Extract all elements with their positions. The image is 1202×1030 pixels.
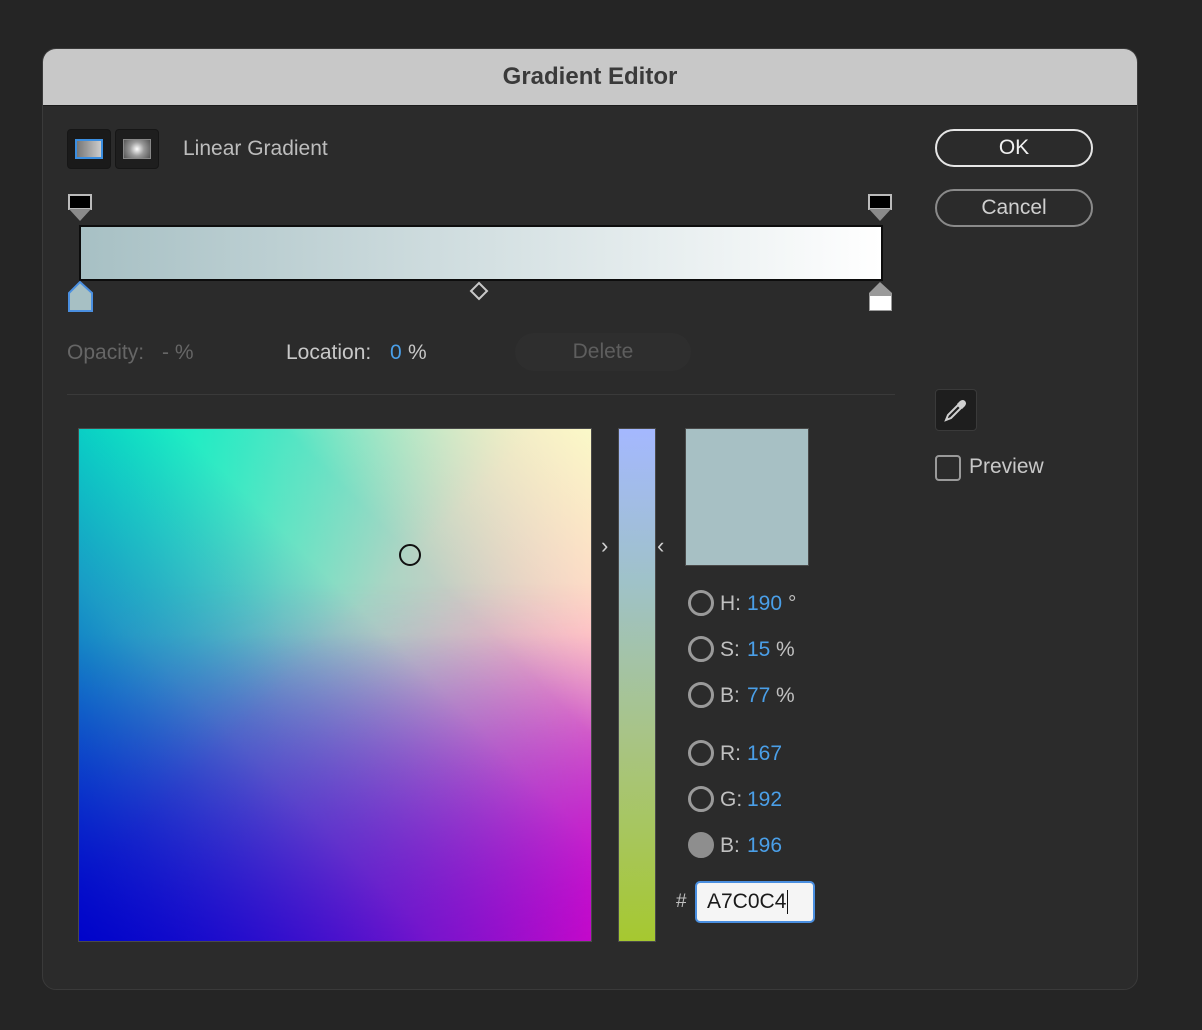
eyedropper-icon [944,400,966,422]
brightness-unit: % [776,684,795,707]
red-value[interactable]: 167 [747,742,782,766]
green-radio[interactable] [688,786,714,812]
hex-prefix: # [676,891,687,912]
hex-input[interactable]: A7C0C4 [695,881,815,923]
hue-label: H: [720,592,741,615]
title-bar: Gradient Editor [43,49,1137,106]
radial-gradient-icon [123,139,151,159]
color-stop-left[interactable] [67,279,95,315]
color-field-marker[interactable] [399,544,421,566]
separator [67,394,895,395]
opacity-value: - % [162,341,194,364]
gradient-preview-bar[interactable] [79,225,883,281]
color-slider[interactable] [618,428,656,942]
preview-label: Preview [969,455,1044,478]
opacity-stop-left[interactable] [67,193,95,225]
radial-gradient-button[interactable] [115,129,159,169]
brightness-radio[interactable] [688,682,714,708]
slider-arrow-right-icon[interactable]: › [601,533,608,559]
red-label: R: [720,742,741,765]
saturation-unit: % [776,638,795,661]
location-unit: % [408,341,427,364]
linear-gradient-button[interactable] [67,129,111,169]
blue-value[interactable]: 196 [747,834,782,858]
blue-radio[interactable] [688,832,714,858]
ok-button[interactable]: OK [935,129,1093,167]
gradient-editor-dialog: Gradient Editor Linear Gradient OK Cance… [42,48,1138,990]
blue-label: B: [720,834,740,857]
saturation-radio[interactable] [688,636,714,662]
saturation-value[interactable]: 15 [747,638,770,662]
dialog-title: Gradient Editor [502,63,678,90]
eyedropper-button[interactable] [935,389,977,431]
delete-button[interactable]: Delete [515,333,691,371]
hue-value[interactable]: 190 [747,592,782,616]
delete-label: Delete [572,340,634,363]
gradient-type-label: Linear Gradient [183,137,328,160]
brightness-label: B: [720,684,740,707]
cancel-button[interactable]: Cancel [935,189,1093,227]
hue-unit: ° [788,592,797,615]
location-label: Location: [286,341,372,364]
red-radio[interactable] [688,740,714,766]
green-label: G: [720,788,743,811]
green-value[interactable]: 192 [747,788,782,812]
linear-gradient-icon [75,139,103,159]
preview-checkbox[interactable] [935,455,961,481]
color-field[interactable] [78,428,592,942]
midpoint-diamond[interactable] [469,281,489,301]
brightness-value[interactable]: 77 [747,684,770,708]
hue-radio[interactable] [688,590,714,616]
slider-arrow-left-icon[interactable]: ‹ [657,533,664,559]
color-stop-right[interactable] [867,279,895,315]
opacity-stop-right[interactable] [867,193,895,225]
opacity-label: Opacity: [67,341,145,364]
location-value[interactable]: 0 [390,341,402,365]
saturation-label: S: [720,638,740,661]
hex-value: A7C0C4 [707,890,787,913]
current-color-swatch [685,428,809,566]
